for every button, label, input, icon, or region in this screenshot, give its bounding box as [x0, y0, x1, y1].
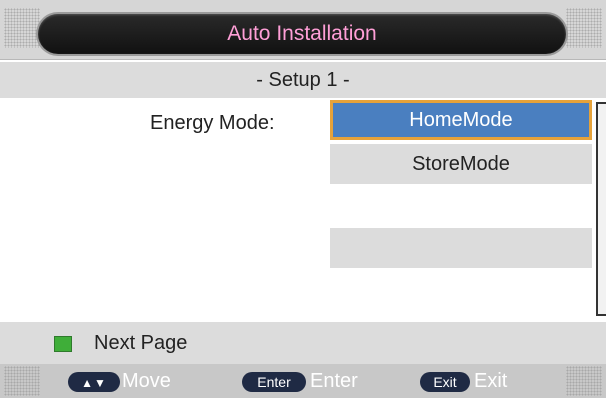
- title-pill: Auto Installation: [38, 14, 566, 54]
- auto-installation-screen: Auto Installation - Setup 1 - Energy Mod…: [0, 0, 606, 398]
- option-empty[interactable]: [330, 228, 592, 268]
- decorative-dots-left: [4, 366, 40, 396]
- exit-label: Exit: [474, 370, 508, 392]
- content-area: Energy Mode: HomeMode StoreMode: [0, 98, 606, 320]
- option-homemode[interactable]: HomeMode: [330, 100, 592, 140]
- move-label: Move: [122, 370, 171, 392]
- move-key-icon: ▲▼: [68, 372, 120, 392]
- decorative-dots-left: [4, 8, 40, 48]
- option-storemode[interactable]: StoreMode: [330, 144, 592, 184]
- next-page-row[interactable]: Next Page: [0, 322, 606, 364]
- exit-key-badge: Exit: [420, 372, 470, 392]
- enter-key-badge: Enter: [242, 372, 306, 392]
- help-bar: ▲▼ Move Enter Enter Exit Exit: [0, 364, 606, 398]
- setup-subtitle: - Setup 1 -: [0, 62, 606, 98]
- page-title: Auto Installation: [227, 22, 377, 45]
- energy-mode-label: Energy Mode:: [150, 112, 275, 134]
- enter-label: Enter: [310, 370, 358, 392]
- next-page-label: Next Page: [94, 332, 188, 354]
- scrollbar[interactable]: [596, 102, 606, 316]
- green-key-icon: [54, 336, 72, 352]
- decorative-dots-right: [566, 366, 602, 396]
- title-bar: Auto Installation: [0, 0, 606, 60]
- up-down-arrow-icon: ▲▼: [81, 376, 107, 390]
- decorative-dots-right: [566, 8, 602, 48]
